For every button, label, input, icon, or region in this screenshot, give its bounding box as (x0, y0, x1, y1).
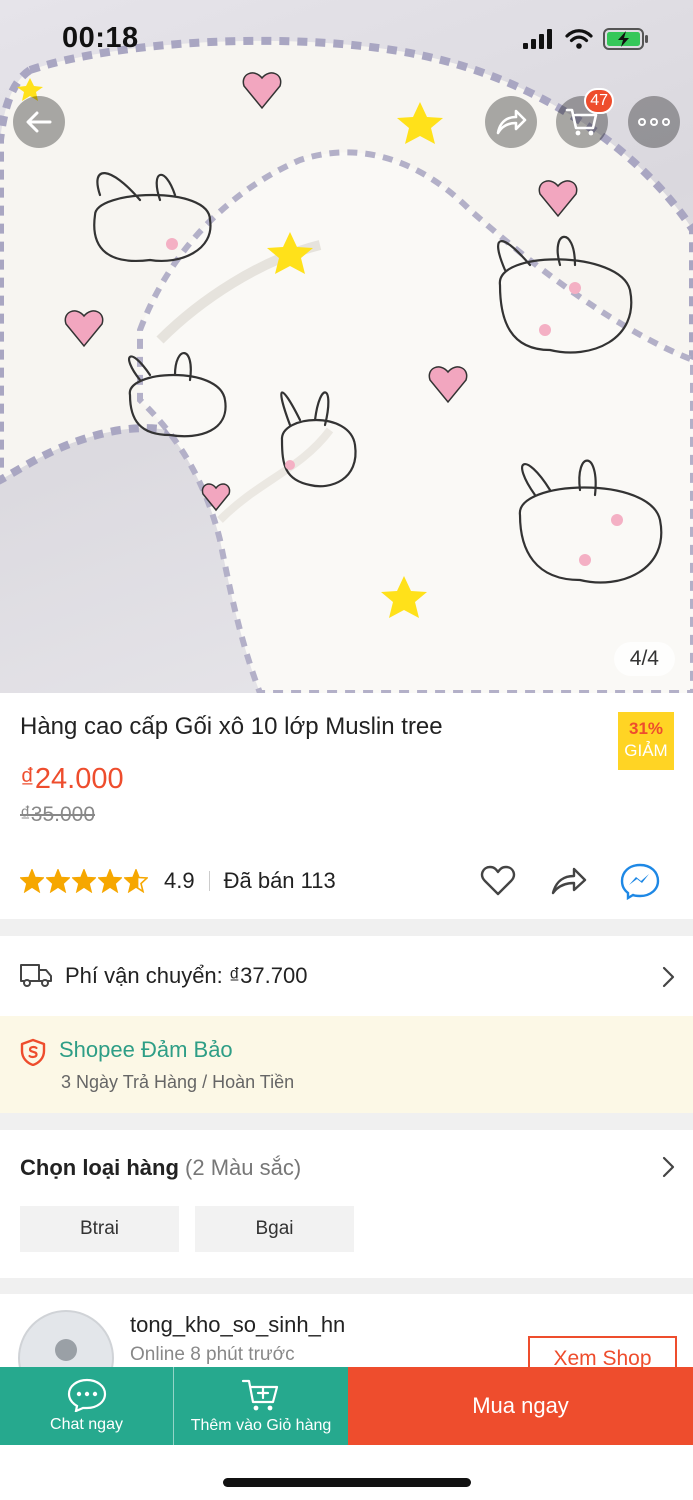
cart-button[interactable]: 47 (556, 88, 614, 148)
add-to-cart-label: Thêm vào Giỏ hàng (190, 1417, 332, 1434)
variation-option-btrai[interactable]: Btrai (20, 1206, 179, 1252)
user-icon (54, 1339, 78, 1374)
truck-icon (20, 964, 52, 987)
arrow-left-icon (26, 111, 52, 133)
shop-online-status: Online 8 phút trước (130, 1344, 295, 1365)
guarantee-subtitle: 3 Ngày Trả Hàng / Hoàn Tiền (61, 1072, 295, 1092)
rating-value: 4.9 (164, 868, 195, 893)
share-icon (496, 109, 527, 135)
signal-icon (523, 29, 552, 49)
rating-stars (20, 869, 148, 893)
messenger-icon (620, 863, 660, 900)
more-icon (638, 118, 670, 126)
shipping-fee: Phí vận chuyển: ₫37.700 (65, 963, 308, 988)
battery-charging-icon (603, 28, 648, 50)
messenger-share-button[interactable] (620, 861, 660, 901)
favorite-button[interactable] (478, 861, 518, 901)
section-divider (0, 1278, 693, 1294)
image-counter: 4/4 (613, 642, 675, 676)
more-options-button[interactable] (628, 96, 680, 148)
wifi-icon (565, 29, 593, 49)
home-indicator[interactable] (223, 1478, 471, 1487)
discount-percent: 31% (628, 719, 664, 738)
chevron-right-icon[interactable] (661, 1156, 675, 1178)
variation-option-bgai[interactable]: Bgai (195, 1206, 354, 1252)
share-product-button[interactable] (549, 861, 589, 901)
variation-count: (2 Màu sắc) (185, 1155, 302, 1180)
status-time: 00:18 (62, 22, 139, 54)
star-icon (98, 869, 122, 893)
bottom-action-bar: Chat ngay Thêm vào Giỏ hàng Mua ngay (0, 1367, 693, 1445)
shop-name: tong_kho_so_sinh_hn (130, 1312, 346, 1337)
variation-title: Chọn loại hàng (20, 1155, 179, 1180)
discount-label: GIẢM (624, 741, 668, 760)
shipping-row[interactable]: Phí vận chuyển: ₫37.700 (0, 936, 693, 1016)
shopee-guarantee[interactable]: Shopee Đảm Bảo 3 Ngày Trả Hàng / Hoàn Ti… (0, 1016, 693, 1113)
discount-badge: 31% GIẢM (618, 712, 674, 770)
rating-row: 4.9 Đã bán 113 (20, 866, 336, 896)
product-info: Hàng cao cấp Gối xô 10 lớp Muslin tree 3… (0, 693, 693, 919)
shield-icon (20, 1038, 46, 1066)
add-to-cart-button[interactable]: Thêm vào Giỏ hàng (174, 1367, 348, 1445)
chat-now-label: Chat ngay (50, 1416, 123, 1433)
product-image-carousel[interactable]: 00:18 47 4/4 (0, 0, 693, 693)
share-button[interactable] (485, 96, 537, 148)
buy-now-button[interactable]: Mua ngay (348, 1367, 693, 1445)
status-icons (523, 28, 649, 50)
product-price: ₫24.000 (20, 763, 124, 795)
shop-avatar[interactable] (18, 1310, 114, 1374)
chevron-right-icon (662, 966, 675, 988)
divider (208, 871, 210, 891)
original-price: ₫35.000 (20, 803, 96, 826)
chat-icon (67, 1378, 106, 1412)
shop-info: tong_kho_so_sinh_hn Online 8 phút trước … (0, 1294, 693, 1374)
chat-now-button[interactable]: Chat ngay (0, 1367, 174, 1445)
cart-add-icon (241, 1379, 279, 1411)
star-icon (72, 869, 96, 893)
variation-section: Chọn loại hàng (2 Màu sắc) Btrai Bgai (0, 1130, 693, 1278)
product-title: Hàng cao cấp Gối xô 10 lớp Muslin tree (20, 713, 443, 740)
sold-count: Đã bán 113 (223, 868, 336, 893)
section-divider (0, 1113, 693, 1130)
back-button[interactable] (13, 96, 65, 148)
star-icon (124, 869, 148, 893)
share-icon (551, 867, 587, 895)
heart-icon (480, 865, 516, 896)
cart-count-badge: 47 (584, 88, 614, 114)
variation-heading[interactable]: Chọn loại hàng (2 Màu sắc) (20, 1155, 301, 1181)
section-divider (0, 919, 693, 936)
guarantee-title: Shopee Đảm Bảo (59, 1037, 233, 1062)
star-icon (20, 869, 44, 893)
star-icon (46, 869, 70, 893)
